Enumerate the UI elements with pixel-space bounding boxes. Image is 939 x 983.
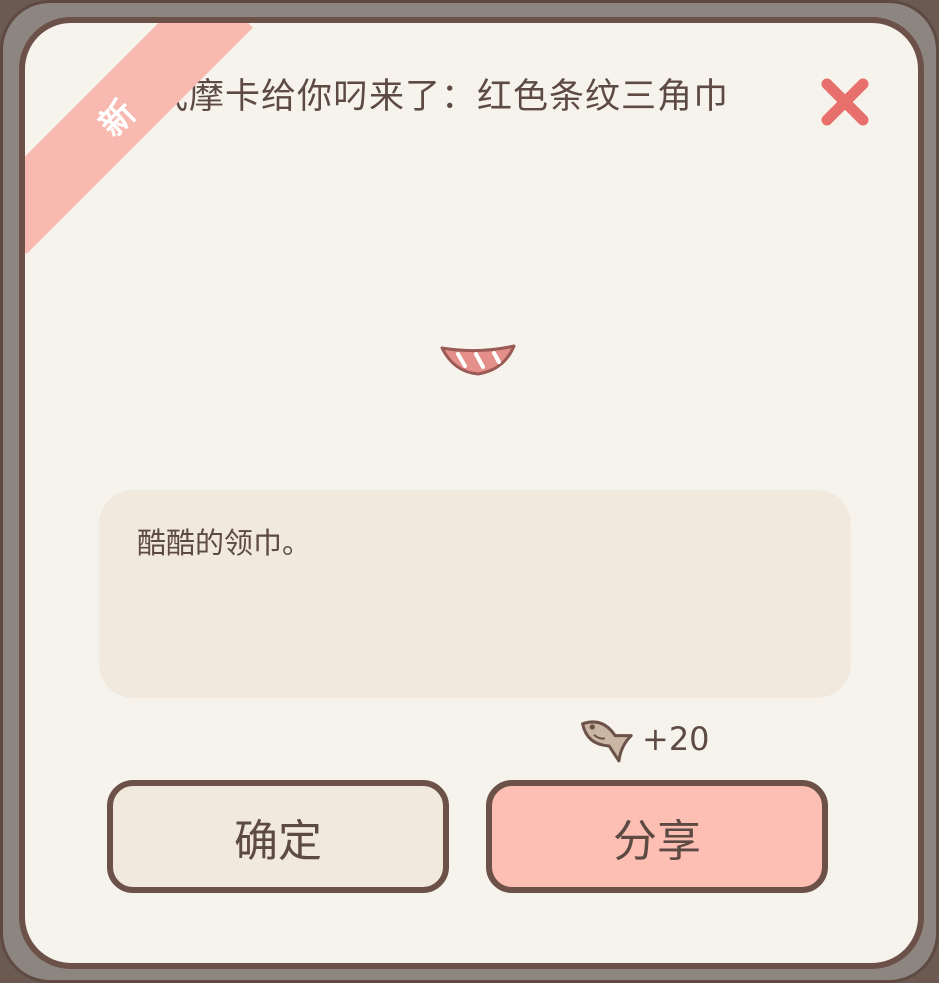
description-box: 酷酷的领巾。 xyxy=(99,490,851,698)
dialog-title: 武摩卡给你叼来了：红色条纹三角巾 xyxy=(153,77,730,117)
fish-icon xyxy=(581,720,633,763)
item-description: 酷酷的领巾。 xyxy=(137,526,312,560)
reward-value: +20 xyxy=(642,720,710,758)
share-button[interactable]: 分享 xyxy=(486,780,828,893)
close-icon[interactable] xyxy=(817,74,873,130)
confirm-button[interactable]: 确定 xyxy=(107,780,449,893)
confirm-button-label: 确定 xyxy=(234,815,322,867)
share-button-label: 分享 xyxy=(613,815,701,867)
new-badge-label: 新 xyxy=(91,92,144,145)
bandana-icon xyxy=(440,344,516,376)
reward: +20 xyxy=(572,706,710,772)
